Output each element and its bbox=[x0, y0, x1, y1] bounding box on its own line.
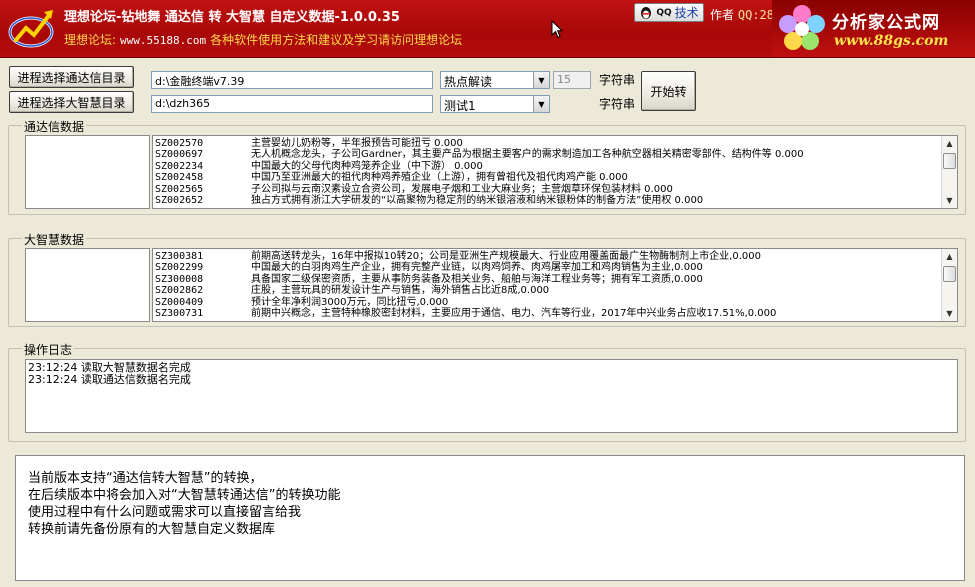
stock-note: 庄股，主营玩具的研发设计生产与销售，海外销售占比近8成,0.000 bbox=[251, 285, 550, 297]
dzh-field-select[interactable]: 测试1 ▼ bbox=[440, 95, 550, 113]
tdx-data-list[interactable]: SZ002570 主营婴幼儿奶粉等，半年报预告可能扭亏 0.000 SZ000697… bbox=[152, 135, 958, 209]
forum-suffix: 各种软件使用方法和建议及学习请访问理想论坛 bbox=[210, 33, 463, 47]
tdx-scrollbar[interactable]: ▲ ▼ bbox=[941, 136, 957, 208]
stock-code: SZ000697 bbox=[155, 149, 204, 161]
stock-note: 具备国家二级保密资质，主要从事防务装备及相关业务、船舶与海洋工程业务等；拥有军工… bbox=[251, 273, 703, 285]
stock-note: 中国最大的父母代肉种鸡笼养企业（中下游） 0.000 bbox=[251, 160, 483, 172]
stock-code: SZ002234 bbox=[155, 160, 204, 172]
list-item[interactable]: SZ002565 子公司拟与云南汉素设立合资公司，发展电子烟和工业大麻业务；主营烟… bbox=[155, 184, 804, 195]
tdx-field-select[interactable]: 热点解读 ▼ bbox=[440, 71, 550, 89]
forum-url[interactable]: www.55188.com bbox=[120, 34, 206, 47]
stock-note: 无人机概念龙头，子公司Gardner，其主要产品为根据主要客户的需求制造加工各种… bbox=[251, 149, 804, 161]
chevron-down-icon[interactable]: ▼ bbox=[533, 72, 549, 88]
chars-label-1: 字符串 bbox=[599, 73, 636, 87]
length-input[interactable]: 15 bbox=[553, 71, 591, 89]
scroll-up-icon[interactable]: ▲ bbox=[942, 249, 957, 264]
author-info: 作者 QQ:285 bbox=[710, 6, 781, 23]
tdx-name-list[interactable] bbox=[25, 135, 150, 209]
dzh-rows: SZ300381 前期高送转龙头，16年中报拟10转20；公司是亚洲生产规模最大、… bbox=[155, 251, 776, 319]
start-convert-button[interactable]: 开始转 bbox=[641, 71, 696, 111]
forum-subtitle: 理想论坛: www.55188.com 各种软件使用方法和建议及学习请访问理想论坛 bbox=[64, 31, 462, 48]
list-item[interactable]: SZ002862 庄股，主营玩具的研发设计生产与销售，海外销售占比近8成,0.00… bbox=[155, 285, 776, 296]
tdx-data-title: 通达信数据 bbox=[22, 118, 87, 135]
log-title: 操作日志 bbox=[22, 341, 75, 358]
tdx-rows: SZ002570 主营婴幼儿奶粉等，半年报预告可能扭亏 0.000 SZ000697… bbox=[155, 138, 804, 206]
stock-note: 前期中兴概念，主营特种橡胶密封材料，主要应用于通信、电力、汽车等行业，2017年… bbox=[251, 308, 777, 320]
stock-note: 独占方式拥有浙江大学研发的“以高聚物为稳定剂的纳米银溶液和纳米银粉体的制备方法”… bbox=[251, 195, 704, 207]
author-label: 作者 bbox=[710, 8, 735, 22]
dzh-field-value: 测试1 bbox=[444, 99, 476, 113]
tdx-field-value: 热点解读 bbox=[444, 75, 493, 89]
dzh-data-title: 大智慧数据 bbox=[22, 231, 87, 248]
tdx-path-input[interactable]: d:\金融终端v7.39 bbox=[151, 71, 433, 89]
operation-log[interactable]: 23:12:24 读取大智慧数据名完成 23:12:24 读取通达信数据名完成 bbox=[25, 359, 958, 433]
dzh-scrollbar[interactable]: ▲ ▼ bbox=[941, 249, 957, 321]
dzh-data-list[interactable]: SZ300381 前期高送转龙头，16年中报拟10转20；公司是亚洲生产规模最大、… bbox=[152, 248, 958, 322]
list-item[interactable]: SZ002234 中国最大的父母代肉种鸡笼养企业（中下游） 0.000 bbox=[155, 161, 804, 172]
scroll-thumb[interactable] bbox=[943, 153, 956, 169]
stock-code: SZ002652 bbox=[155, 195, 204, 207]
list-item[interactable]: SZ300731 前期中兴概念，主营特种橡胶密封材料，主要应用于通信、电力、汽车等… bbox=[155, 308, 776, 319]
qq-penguin-icon bbox=[641, 6, 652, 19]
list-item[interactable]: SZ002458 中国乃至亚洲最大的祖代肉种鸡养殖企业（上游），拥有曾祖代及祖代肉… bbox=[155, 172, 804, 183]
stock-note: 前期高送转龙头，16年中报拟10转20；公司是亚洲生产规模最大、行业应用覆盖面最… bbox=[251, 251, 761, 262]
scroll-down-icon[interactable]: ▼ bbox=[942, 306, 957, 321]
banner-url: www.88gs.com bbox=[834, 33, 949, 49]
stock-note: 预计全年净利润3000万元，同比扭亏,0.000 bbox=[251, 296, 449, 308]
chevron-down-icon[interactable]: ▼ bbox=[533, 96, 549, 112]
stock-code: SZ002570 bbox=[155, 138, 204, 149]
dzh-path-input[interactable]: d:\dzh365 bbox=[151, 95, 433, 113]
forum-prefix: 理想论坛: bbox=[64, 33, 117, 47]
select-dzh-dir-button[interactable]: 进程选择大智慧目录 bbox=[9, 91, 134, 113]
list-item[interactable]: SZ300381 前期高送转龙头，16年中报拟10转20；公司是亚洲生产规模最大、… bbox=[155, 251, 776, 262]
list-item[interactable]: SZ300008 具备国家二级保密资质，主要从事防务装备及相关业务、船舶与海洋工程… bbox=[155, 274, 776, 285]
list-item[interactable]: SZ002299 中国最大的白羽肉鸡生产企业，拥有完整产业链，以肉鸡饲养、肉鸡屠宰… bbox=[155, 262, 776, 273]
stock-code: SZ300381 bbox=[155, 251, 204, 262]
banner-title: 分析家公式网 bbox=[832, 13, 940, 33]
notice-line: 在后续版本中将会加入对“大智慧转通达信”的转换功能 bbox=[28, 488, 341, 503]
stock-note: 中国最大的白羽肉鸡生产企业，拥有完整产业链，以肉鸡饲养、肉鸡屠宰加工和鸡肉销售为… bbox=[251, 262, 703, 274]
qq-icon-text: QQ bbox=[656, 7, 672, 18]
stock-note: 子公司拟与云南汉素设立合资公司，发展电子烟和工业大麻业务；主营烟草环保包装材料 … bbox=[251, 183, 673, 195]
list-item[interactable]: SZ002652 独占方式拥有浙江大学研发的“以高聚物为稳定剂的纳米银溶液和纳米银… bbox=[155, 195, 804, 206]
notice-line: 转换前请先备份原有的大智慧自定义数据库 bbox=[28, 522, 276, 537]
stock-note: 中国乃至亚洲最大的祖代肉种鸡养殖企业（上游），拥有曾祖代及祖代肉鸡产能 0.00… bbox=[251, 172, 628, 184]
list-item[interactable]: SZ000409 预计全年净利润3000万元，同比扭亏,0.000 bbox=[155, 297, 776, 308]
notice-line: 当前版本支持“通达信转大智慧”的转换， bbox=[28, 471, 263, 486]
chars-label-2: 字符串 bbox=[599, 97, 636, 111]
stock-code: SZ300008 bbox=[155, 273, 204, 285]
list-item[interactable]: SZ002570 主营婴幼儿奶粉等，半年报预告可能扭亏 0.000 bbox=[155, 138, 804, 149]
stock-code: SZ002862 bbox=[155, 285, 204, 297]
ad-banner[interactable]: 分析家公式网 www.88gs.com bbox=[772, 0, 975, 57]
stock-code: SZ002299 bbox=[155, 262, 204, 274]
window-title: 理想论坛-钻地舞 通达信 转 大智慧 自定义数据-1.0.0.35 bbox=[64, 10, 400, 25]
log-line: 23:12:24 读取大智慧数据名完成 bbox=[28, 361, 191, 374]
qq-support-label: 技术 bbox=[674, 6, 699, 20]
scroll-thumb[interactable] bbox=[943, 266, 956, 282]
notice-text-box[interactable]: 当前版本支持“通达信转大智慧”的转换， 在后续版本中将会加入对“大智慧转通达信”的… bbox=[15, 455, 965, 581]
notice-line: 使用过程中有什么问题或需求可以直接留言给我 bbox=[28, 505, 302, 520]
list-item[interactable]: SZ000697 无人机概念龙头，子公司Gardner，其主要产品为根据主要客户的… bbox=[155, 149, 804, 160]
log-line: 23:12:24 读取通达信数据名完成 bbox=[28, 372, 191, 386]
qq-support-button[interactable]: QQ 技术 bbox=[634, 3, 704, 22]
select-tdx-dir-button[interactable]: 进程选择通达信目录 bbox=[9, 66, 134, 88]
stock-code: SZ000409 bbox=[155, 296, 204, 308]
flower-logo-icon bbox=[779, 5, 825, 50]
title-bar: 理想论坛-钻地舞 通达信 转 大智慧 自定义数据-1.0.0.35 理想论坛: w… bbox=[0, 0, 975, 58]
mouse-cursor-icon bbox=[551, 20, 563, 39]
stock-code: SZ002458 bbox=[155, 172, 204, 184]
scroll-up-icon[interactable]: ▲ bbox=[942, 136, 957, 151]
stock-code: SZ300731 bbox=[155, 308, 204, 320]
dzh-name-list[interactable] bbox=[25, 248, 150, 322]
app-logo-icon bbox=[8, 10, 54, 48]
stock-note: 主营婴幼儿奶粉等，半年报预告可能扭亏 0.000 bbox=[251, 138, 463, 149]
stock-code: SZ002565 bbox=[155, 183, 204, 195]
scroll-down-icon[interactable]: ▼ bbox=[942, 193, 957, 208]
